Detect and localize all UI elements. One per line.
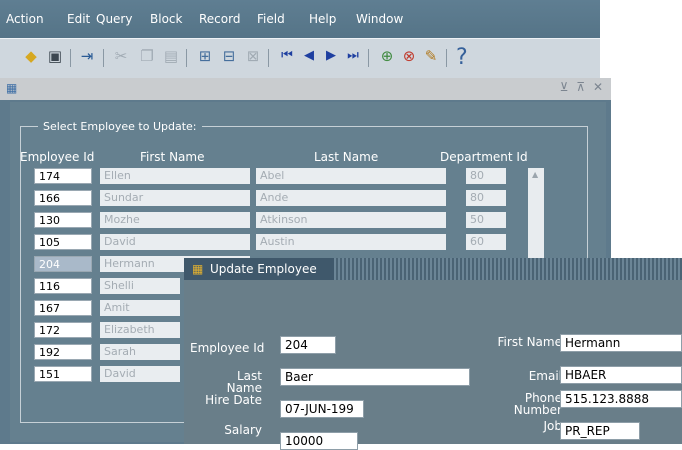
department-id-cell[interactable]: 60 [466,234,506,250]
previous-record-icon[interactable]: ◀ [300,47,318,65]
next-record-icon[interactable]: ▶ [322,47,340,65]
first-name-cell[interactable]: David [100,234,250,250]
employee-id-cell[interactable]: 130 [34,212,92,228]
vertical-scrollbar[interactable]: ▲ [528,168,544,272]
employee-id-cell[interactable]: 151 [34,366,92,382]
toolbar-separator [103,49,104,67]
label-salary: Salary [224,423,262,437]
last-name-cell[interactable]: Abel [256,168,446,184]
first-name-cell[interactable]: Shelli [100,278,180,294]
first-name-cell[interactable]: Mozhe [100,212,250,228]
label-job: Job [543,419,563,433]
header-department-id: Department Id [440,150,528,164]
lock-record-icon[interactable]: ✎ [422,47,440,65]
menu-record[interactable]: Record [199,12,240,26]
job-field[interactable]: PR_REP [560,422,640,440]
paste-icon[interactable]: ▤ [162,47,180,65]
employee-id-cell[interactable]: 192 [34,344,92,360]
phone-number-field[interactable]: 515.123.8888 [560,390,682,408]
menu-block[interactable]: Block [150,12,182,26]
toolbar-separator [70,49,71,67]
label-hire-date: Hire Date [205,393,262,407]
help-icon[interactable]: ? [456,45,468,70]
toolbar-separator [186,49,187,67]
first-name-cell[interactable]: David [100,366,180,382]
employee-id-cell[interactable]: 166 [34,190,92,206]
department-id-cell[interactable]: 80 [466,168,506,184]
first-name-cell[interactable]: Elizabeth [100,322,180,338]
menu-field[interactable]: Field [257,12,285,26]
department-id-cell[interactable]: 50 [466,212,506,228]
scroll-up-icon[interactable]: ▲ [532,170,538,179]
dialog-title: Update Employee [210,262,317,276]
employee-id-cell-selected[interactable]: 204 [34,256,92,272]
insert-record-icon[interactable]: ⊕ [378,47,396,65]
first-name-field[interactable]: Hermann [560,334,682,352]
employee-id-cell[interactable]: 167 [34,300,92,316]
menu-query[interactable]: Query [96,12,132,26]
app-icon: ▦ [6,81,18,95]
first-name-cell[interactable]: Sundar [100,190,250,206]
delete-record-icon[interactable]: ⊗ [400,47,418,65]
label-employee-id: Employee Id [190,341,265,355]
execute-query-icon[interactable]: ⊟ [220,47,238,65]
last-name-cell[interactable]: Ande [256,190,446,206]
window-controls[interactable]: ⊻ ⊼ ✕ [560,80,605,94]
menu-action[interactable]: Action [6,12,44,26]
employee-id-cell[interactable]: 174 [34,168,92,184]
email-field[interactable]: HBAER [560,366,682,384]
dialog-title-bar: ▦ Update Employee [184,258,682,280]
toolbar-separator [368,49,369,67]
first-name-cell[interactable]: Amit [100,300,180,316]
label-last-name: Last Name [226,369,262,395]
employee-id-cell[interactable]: 172 [34,322,92,338]
employee-id-cell[interactable]: 116 [34,278,92,294]
first-name-cell[interactable]: Ellen [100,168,250,184]
exit-icon[interactable]: ⇥ [78,47,96,65]
header-first-name: First Name [140,150,205,164]
header-last-name: Last Name [314,150,379,164]
dialog-app-icon: ▦ [192,262,204,276]
update-employee-dialog: ▦ Update Employee Employee Id 204 Last N… [184,258,682,450]
toolbar: ◆ ▣ ⇥ ✂ ❐ ▤ ⊞ ⊟ ⊠ ⏮ ◀ ▶ ⏭ ⊕ ⊗ ✎ ? [0,38,600,80]
label-email: Email [528,369,562,383]
toolbar-separator [268,49,269,67]
cut-icon[interactable]: ✂ [112,47,130,65]
mdi-title-bar: ▦ ⊻ ⊼ ✕ [0,78,611,100]
first-name-cell[interactable]: Sarah [100,344,180,360]
last-name-cell[interactable]: Atkinson [256,212,446,228]
last-name-cell[interactable]: Austin [256,234,446,250]
label-first-name: First Name [497,335,562,349]
toolbar-separator [446,49,447,67]
menu-window[interactable]: Window [356,12,403,26]
cancel-query-icon[interactable]: ⊠ [244,47,262,65]
first-record-icon[interactable]: ⏮ [278,47,296,65]
employee-id-cell[interactable]: 105 [34,234,92,250]
hire-date-field[interactable]: 07-JUN-199 [280,400,364,418]
header-employee-id: Employee Id [20,150,95,164]
employee-id-field[interactable]: 204 [280,336,336,354]
print-icon[interactable]: ▣ [46,47,64,65]
menu-edit[interactable]: Edit [67,12,90,26]
group-label: Select Employee to Update: [38,120,202,133]
save-icon[interactable]: ◆ [22,47,40,65]
enter-query-icon[interactable]: ⊞ [196,47,214,65]
label-phone-number: Phone Number [513,391,562,417]
department-id-cell[interactable]: 80 [466,190,506,206]
menu-bar: Action Edit Query Block Record Field Hel… [0,0,600,38]
last-record-icon[interactable]: ⏭ [344,47,362,65]
copy-icon[interactable]: ❐ [138,47,156,65]
last-name-field[interactable]: Baer [280,368,470,386]
menu-help[interactable]: Help [309,12,336,26]
salary-field[interactable]: 10000 [280,432,358,450]
